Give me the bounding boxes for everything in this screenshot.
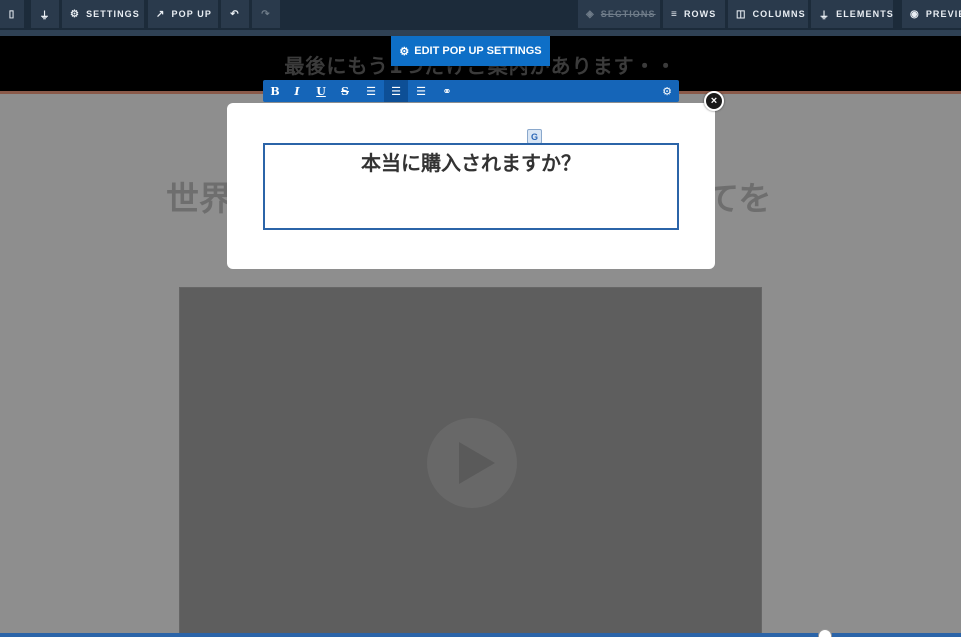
play-button[interactable] bbox=[427, 418, 517, 508]
plug-icon: ⏚ bbox=[39, 10, 51, 22]
strikethrough-button[interactable]: S bbox=[333, 80, 357, 102]
edit-popup-settings-label: EDIT POP UP SETTINGS bbox=[414, 45, 542, 57]
align-right-icon: ☰ bbox=[416, 84, 426, 98]
underline-button[interactable]: U bbox=[309, 80, 333, 102]
mobile-icon: ▯ bbox=[8, 8, 16, 20]
plugins-button[interactable]: ⏚ bbox=[31, 0, 59, 28]
columns-label: COLUMNS bbox=[752, 9, 806, 19]
rows-label: ROWS bbox=[683, 9, 717, 19]
popup-label: POP UP bbox=[171, 9, 212, 19]
close-label: × bbox=[710, 95, 718, 107]
sections-button[interactable]: ◈ SECTIONS bbox=[578, 0, 660, 28]
close-icon[interactable]: × bbox=[704, 91, 724, 111]
translate-icon[interactable]: G bbox=[527, 129, 542, 144]
popup-text[interactable]: 本当に購入されますか？ bbox=[265, 147, 677, 176]
edit-popup-settings-button[interactable]: ⚙ EDIT POP UP SETTINGS bbox=[391, 36, 550, 66]
redo-button[interactable]: ↷ bbox=[252, 0, 280, 28]
popup-text-editor[interactable]: 本当に購入されますか？ bbox=[263, 143, 679, 230]
rows-button[interactable]: ≡ ROWS bbox=[663, 0, 725, 28]
gears-icon: ⚙ bbox=[70, 8, 81, 20]
elements-button[interactable]: ⏚ ELEMENTS bbox=[811, 0, 893, 28]
redo-icon: ↷ bbox=[261, 8, 271, 20]
italic-label: I bbox=[294, 84, 300, 98]
top-toolbar: ▯ ⏚ ⚙ SETTINGS ↗ POP UP ↶ ↷ ◈ SECTIONS ≡… bbox=[0, 0, 961, 30]
columns-icon: ◫ bbox=[736, 8, 747, 20]
link-button[interactable]: ⚭ bbox=[435, 80, 459, 102]
text-settings-button[interactable]: ⚙ bbox=[655, 80, 679, 102]
resize-handle[interactable] bbox=[818, 629, 832, 637]
elements-label: ELEMENTS bbox=[836, 9, 894, 19]
bold-label: B bbox=[270, 84, 280, 98]
undo-button[interactable]: ↶ bbox=[221, 0, 249, 28]
mobile-view-button[interactable]: ▯ bbox=[0, 0, 24, 28]
headline-right-fragment: てを bbox=[706, 179, 772, 218]
italic-button[interactable]: I bbox=[285, 80, 309, 102]
play-icon bbox=[459, 442, 495, 484]
settings-label: SETTINGS bbox=[86, 9, 140, 19]
plug-icon: ⏚ bbox=[819, 10, 831, 22]
settings-button[interactable]: ⚙ SETTINGS bbox=[62, 0, 144, 28]
strikethrough-label: S bbox=[341, 84, 349, 98]
columns-button[interactable]: ◫ COLUMNS bbox=[728, 0, 808, 28]
gear-icon: ⚙ bbox=[662, 84, 672, 98]
sections-label: SECTIONS bbox=[600, 9, 656, 19]
rows-icon: ≡ bbox=[671, 8, 678, 20]
video-placeholder[interactable] bbox=[179, 287, 762, 637]
align-center-button[interactable]: ☰ bbox=[384, 80, 408, 102]
bottom-divider bbox=[0, 633, 961, 637]
eye-icon: ◉ bbox=[910, 8, 920, 20]
preview-button[interactable]: ◉ PREVIEW bbox=[902, 0, 961, 28]
gear-icon: ⚙ bbox=[399, 45, 410, 58]
undo-icon: ↶ bbox=[230, 8, 240, 20]
popup-button[interactable]: ↗ POP UP bbox=[148, 0, 218, 28]
preview-label: PREVIEW bbox=[925, 9, 961, 19]
align-left-button[interactable]: ☰ bbox=[359, 80, 383, 102]
underline-label: U bbox=[316, 84, 326, 98]
cube-icon: ◈ bbox=[586, 8, 595, 20]
editor-stage: ▯ ⏚ ⚙ SETTINGS ↗ POP UP ↶ ↷ ◈ SECTIONS ≡… bbox=[0, 0, 961, 637]
link-icon: ⚭ bbox=[442, 84, 452, 98]
align-left-icon: ☰ bbox=[366, 84, 376, 98]
bold-button[interactable]: B bbox=[263, 80, 287, 102]
external-link-icon: ↗ bbox=[156, 8, 166, 20]
text-format-toolbar: B I U S ☰ ☰ ☰ ⚭ ⚙ bbox=[263, 80, 679, 102]
headline-left-fragment: 世界 bbox=[166, 179, 232, 218]
align-right-button[interactable]: ☰ bbox=[409, 80, 433, 102]
align-center-icon: ☰ bbox=[391, 84, 401, 98]
